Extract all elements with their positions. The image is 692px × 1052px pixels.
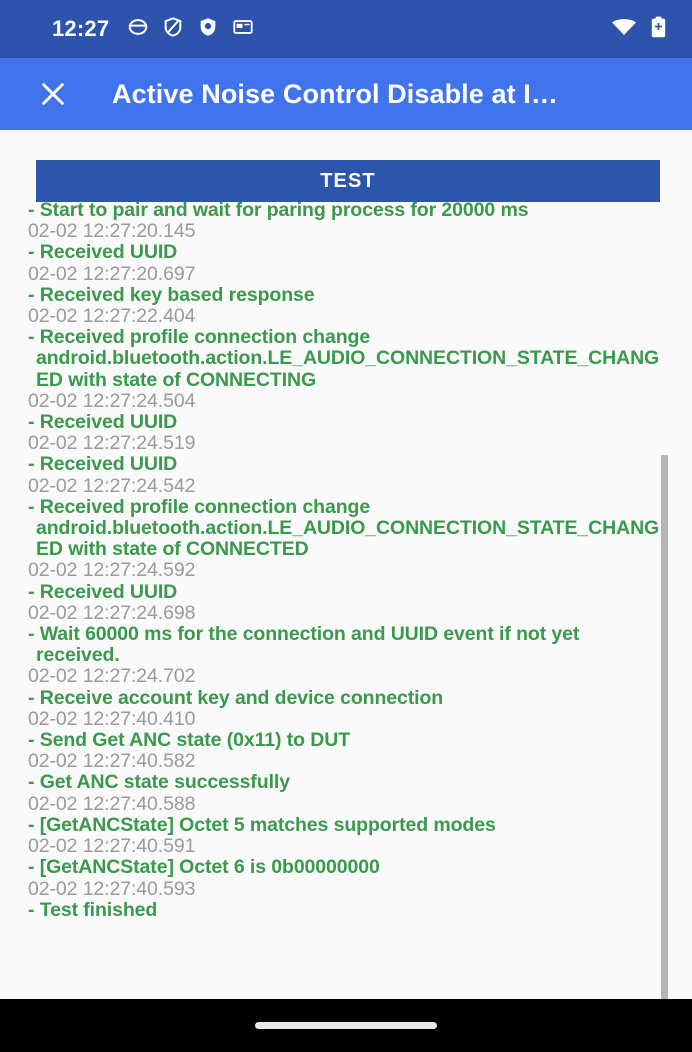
notification-card-icon — [232, 16, 254, 43]
test-button[interactable]: TEST — [36, 160, 660, 202]
log-message: - Received profile connection change and… — [28, 495, 660, 561]
navigation-bar — [0, 999, 692, 1052]
battery-icon — [651, 16, 666, 43]
log-message: - Get ANC state successfully — [28, 771, 290, 794]
log-timestamp: 02-02 12:27:24.698 — [28, 601, 196, 624]
log-message: - Received UUID — [28, 453, 178, 476]
log-message: - Test finished — [28, 898, 158, 921]
log-message: - Received UUID — [28, 580, 178, 603]
log-message: - Received profile connection change and… — [28, 326, 660, 391]
log-output[interactable]: - Start to pair and wait for paring proc… — [0, 200, 692, 999]
log-timestamp: 02-02 12:27:40.593 — [28, 877, 196, 900]
close-button[interactable] — [30, 71, 76, 117]
home-indicator[interactable] — [255, 1022, 437, 1029]
phone-screen: 12:27 Active Noise Control Disable at I…… — [0, 0, 692, 1052]
log-timestamp: 02-02 12:27:24.592 — [28, 559, 196, 582]
notification-circle-icon — [127, 16, 149, 43]
log-timestamp: 02-02 12:27:20.697 — [28, 262, 196, 285]
app-bar: Active Noise Control Disable at I… — [0, 58, 692, 130]
log-timestamp: 02-02 12:27:40.591 — [28, 835, 196, 858]
notification-shield-slash-icon — [162, 16, 184, 43]
page-title: Active Noise Control Disable at I… — [112, 78, 558, 109]
log-timestamp: 02-02 12:27:24.504 — [28, 389, 196, 412]
status-system-icons — [611, 16, 666, 43]
log-message: - Start to pair and wait for paring proc… — [28, 200, 529, 221]
log-message: - [GetANCState] Octet 6 is 0b00000000 — [28, 856, 380, 879]
log-message: - Received UUID — [28, 241, 178, 264]
log-timestamp: 02-02 12:27:40.410 — [28, 707, 196, 730]
log-message: - Receive account key and device connect… — [28, 686, 444, 709]
status-bar: 12:27 — [0, 0, 692, 58]
log-message: - [GetANCState] Octet 5 matches supporte… — [28, 813, 496, 836]
wifi-icon — [611, 17, 637, 42]
log-message: - Received key based response — [28, 283, 315, 306]
log-message: - Received UUID — [28, 411, 178, 434]
scrollbar[interactable] — [661, 200, 668, 999]
status-notification-icons — [127, 16, 611, 43]
log-timestamp: 02-02 12:27:20.145 — [28, 220, 196, 243]
log-message: - Send Get ANC state (0x11) to DUT — [28, 729, 351, 752]
log-timestamp: 02-02 12:27:22.404 — [28, 305, 196, 328]
log-timestamp: 02-02 12:27:24.702 — [28, 665, 196, 688]
status-clock: 12:27 — [52, 16, 110, 41]
close-icon — [42, 83, 64, 105]
log-timestamp: 02-02 12:27:24.542 — [28, 474, 196, 497]
log-timestamp: 02-02 12:27:40.582 — [28, 750, 196, 773]
log-message: - Wait 60000 ms for the connection and U… — [28, 623, 580, 667]
log-timestamp: 02-02 12:27:24.519 — [28, 432, 196, 455]
log-timestamp: 02-02 12:27:40.588 — [28, 792, 196, 815]
notification-shield-icon — [197, 16, 219, 43]
content-area: - Start to pair and wait for paring proc… — [0, 130, 692, 999]
scrollbar-thumb[interactable] — [661, 455, 668, 999]
